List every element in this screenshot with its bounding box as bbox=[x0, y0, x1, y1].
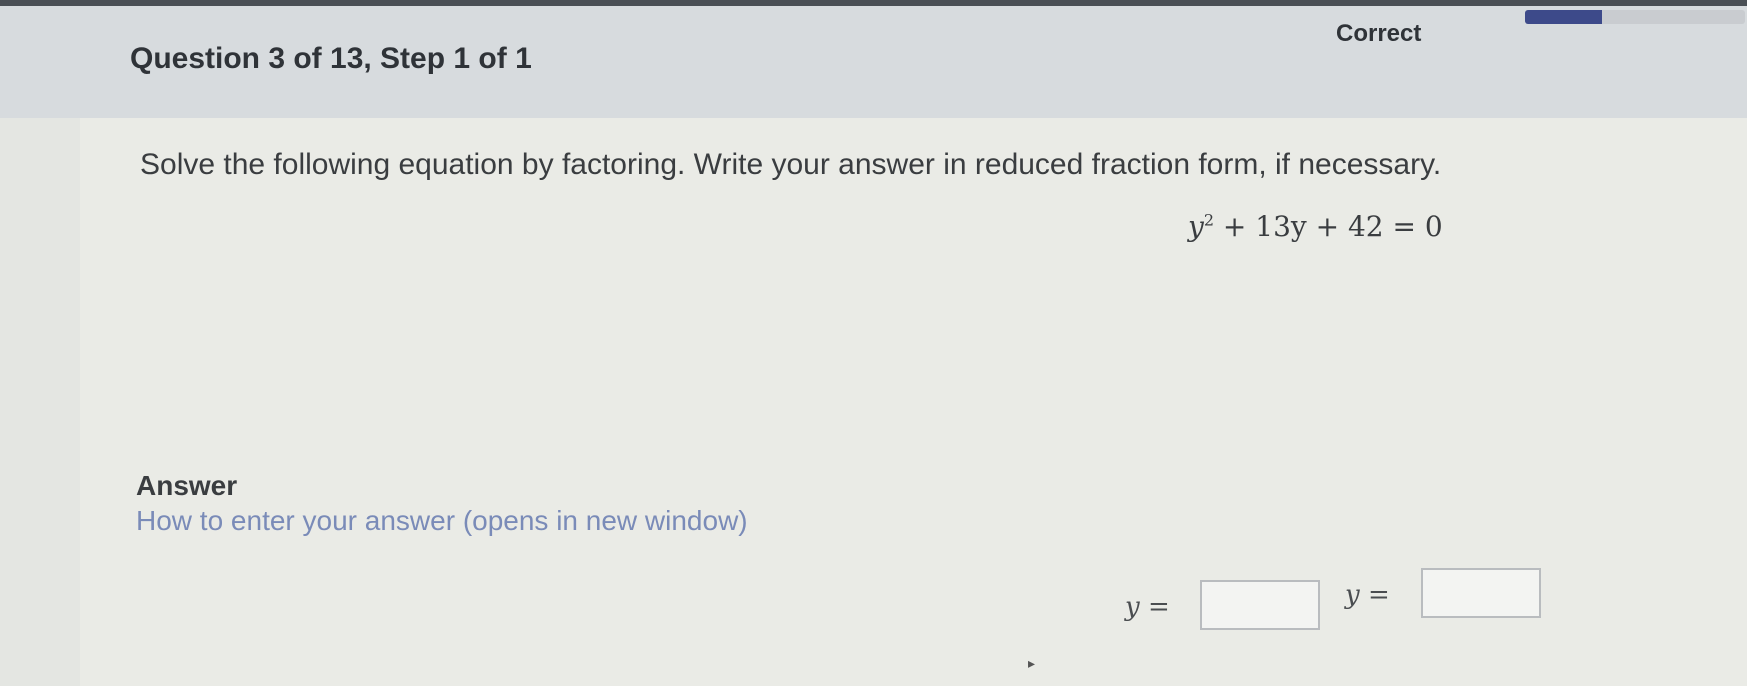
problem-instruction: Solve the following equation by factorin… bbox=[140, 148, 1442, 181]
answer-input-1[interactable] bbox=[1200, 580, 1320, 630]
equation-exponent: 2 bbox=[1203, 210, 1215, 230]
status-label: Correct bbox=[1336, 20, 1422, 47]
answer-label-2: y = bbox=[1345, 580, 1390, 610]
equation-variable: y bbox=[1188, 210, 1204, 243]
progress-fill bbox=[1525, 10, 1602, 24]
equation-remainder: + 13y + 42 = 0 bbox=[1214, 210, 1443, 243]
help-link[interactable]: How to enter your answer (opens in new w… bbox=[136, 505, 748, 537]
answer-heading: Answer bbox=[136, 470, 238, 501]
window-top-strip bbox=[0, 0, 1747, 6]
problem-equation: y2 + 13y + 42 = 0 bbox=[1188, 210, 1443, 243]
answer-label-1: y = bbox=[1125, 592, 1170, 622]
progress-bar bbox=[1525, 10, 1745, 24]
question-title: Question 3 of 13, Step 1 of 1 bbox=[130, 42, 532, 75]
mouse-cursor-icon: ▸ bbox=[1028, 655, 1036, 671]
answer-input-2[interactable] bbox=[1421, 568, 1541, 618]
